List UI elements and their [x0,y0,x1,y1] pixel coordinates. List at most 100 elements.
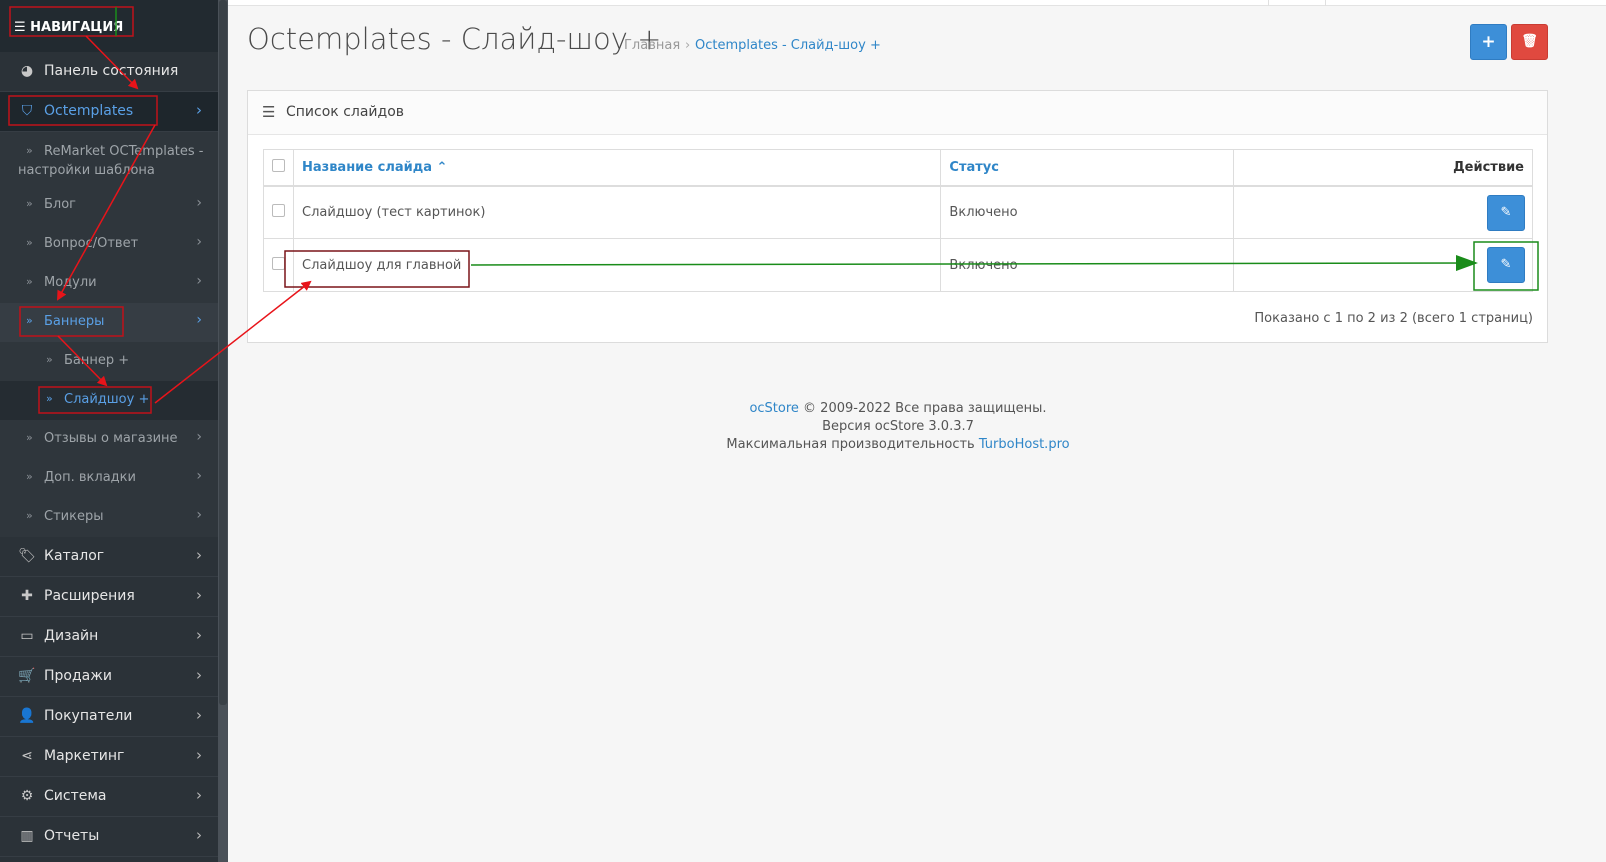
sidebar-subitem-banners[interactable]: » Баннеры › [0,303,218,342]
breadcrumb-home[interactable]: Главная [624,38,680,53]
sidebar-subitem-label: Доп. вкладки [44,470,136,485]
double-chevron-icon: » [26,275,33,288]
sidebar-subitem-blog[interactable]: » Блог › [0,186,218,225]
column-header-action-label: Действие [1453,159,1524,175]
row-checkbox[interactable] [272,203,285,217]
plus-icon: + [1481,32,1496,52]
sidebar-subitem-remarket-settings[interactable]: » ReMarket OCTemplates - настройки шабло… [0,132,218,186]
sidebar-subitem-label: Блог [44,197,77,212]
sidebar-subitem-label: Баннер + [64,353,130,368]
chevron-right-icon: › [196,666,202,684]
sidebar-item-design[interactable]: ▭ Дизайн › [0,617,218,657]
delete-button[interactable]: 🗑 [1511,24,1548,60]
slide-name-cell: Слайдшоу (тест картинок) [292,185,942,239]
sidebar-item-label: Каталог [44,548,105,564]
sidebar-subitem-label: Стикеры [44,509,104,524]
footer-hosting-line: Максимальная производительность TurboHos… [600,436,1196,454]
sidebar-subitem-slideshow-plus[interactable]: » Слайдшоу + [0,381,218,420]
sidebar-subitem-faq[interactable]: » Вопрос/Ответ › [0,225,218,264]
top-bar-divider [1268,0,1269,6]
ocstore-link[interactable]: ocStore [749,401,798,416]
bar-chart-icon: ▥ [20,828,34,844]
share-icon: ⋖ [21,748,33,764]
sidebar-item-label: Дизайн [44,628,99,644]
shield-icon: ⛉ [21,103,33,119]
table-header-row: Название слайда ⌃ Статус Действие [263,149,1533,187]
dashboard-icon: ◕ [20,63,34,79]
sort-by-status-link[interactable]: Статус [949,160,999,175]
sidebar-item-label: Octemplates [44,103,134,119]
sidebar-subitem-label: Модули [44,275,97,290]
top-bar [228,0,1606,6]
breadcrumb-current[interactable]: Octemplates - Слайд-шоу + [695,38,881,53]
trash-icon: 🗑 [1521,34,1538,49]
slide-name-cell: Слайдшоу для главной [292,238,942,292]
list-icon: ☰ [262,103,276,121]
panel-heading: ☰ Список слайдов [248,91,1547,135]
navigation-header-label: ☰ НАВИГАЦИЯ [14,20,124,35]
top-bar-divider [1325,0,1326,6]
chevron-right-icon: › [196,706,202,724]
sidebar-item-reports[interactable]: ▥ Отчеты › [0,817,218,857]
sidebar-subitem-label: Вопрос/Ответ [44,236,139,251]
chevron-right-icon: › [196,195,202,211]
row-checkbox[interactable] [272,256,285,270]
column-header-status[interactable]: Статус [940,149,1235,187]
sidebar-item-label: Маркетинг [44,748,125,764]
sidebar-subitem-stickers[interactable]: » Стикеры › [0,498,218,537]
column-header-action: Действие [1233,149,1533,187]
gear-icon: ⚙ [20,788,34,804]
chevron-right-icon: › [196,786,202,804]
navigation-header[interactable]: ☰ НАВИГАЦИЯ [0,0,218,52]
pagination-info: Показано с 1 по 2 из 2 (всего 1 страниц) [1254,311,1533,326]
chevron-right-icon: › [196,312,202,328]
hosting-text: Максимальная производительность [726,437,979,452]
column-header-name[interactable]: Название слайда ⌃ [292,149,942,187]
double-chevron-icon: » [26,470,33,483]
slides-table: Название слайда ⌃ Статус Действие Слайдш… [263,149,1533,292]
sidebar-subitem-extra-tabs[interactable]: » Доп. вкладки › [0,459,218,498]
sidebar-item-dashboard[interactable]: ◕ Панель состояния [0,52,218,92]
chevron-right-icon: › [196,626,202,644]
sidebar-item-label: Расширения [44,588,135,604]
slide-action-cell: ✎ [1233,185,1533,239]
row-select-cell [263,185,294,239]
sidebar-item-sales[interactable]: 🛒 Продажи › [0,657,218,697]
sidebar-item-marketing[interactable]: ⋖ Маркетинг › [0,737,218,777]
sidebar-item-octemplates[interactable]: ⛉ Octemplates › [0,92,218,132]
sidebar-subitem-banner-plus[interactable]: » Баннер + [0,342,218,381]
sidebar-item-label: Система [44,788,107,804]
sidebar-item-label: Отчеты [44,828,100,844]
sidebar-item-label: Продажи [44,668,112,684]
pencil-icon: ✎ [1500,204,1512,220]
sidebar-item-catalog[interactable]: 🏷 Каталог › [0,537,218,577]
edit-button[interactable]: ✎ [1487,247,1525,283]
chevron-right-icon: › [196,429,202,445]
sidebar: ☰ НАВИГАЦИЯ ◕ Панель состояния ⛉ Octempl… [0,0,228,862]
double-chevron-icon: » [26,431,33,444]
turbohost-link[interactable]: TurboHost.pro [979,437,1070,452]
sort-by-name-link[interactable]: Название слайда ⌃ [302,160,447,175]
sidebar-subitem-store-reviews[interactable]: » Отзывы о магазине › [0,420,218,459]
cart-icon: 🛒 [18,668,36,684]
select-all-checkbox[interactable] [272,158,285,172]
sidebar-scrollbar-thumb[interactable] [219,0,227,705]
sidebar-item-label: Покупатели [44,708,133,724]
breadcrumb-separator: › [685,38,691,53]
chevron-right-icon: › [196,234,202,250]
sidebar-subitem-modules[interactable]: » Модули › [0,264,218,303]
sidebar-item-customers[interactable]: 👤 Покупатели › [0,697,218,737]
sidebar-subitem-label: ReMarket OCTemplates - настройки шаблона [18,144,204,178]
copyright-text: © 2009-2022 Все права защищены. [798,401,1047,416]
slide-status-cell: Включено [940,238,1235,292]
sidebar-subitem-label: Баннеры [44,314,105,329]
user-icon: 👤 [18,708,36,724]
sidebar-item-extensions[interactable]: ✚ Расширения › [0,577,218,617]
edit-button[interactable]: ✎ [1487,194,1525,231]
panel-title: Список слайдов [286,104,405,120]
sidebar-item-system[interactable]: ⚙ Система › [0,777,218,817]
chevron-right-icon: › [196,507,202,523]
add-button[interactable]: + [1470,24,1507,60]
double-chevron-icon: » [26,509,33,522]
puzzle-icon: ✚ [21,588,33,604]
